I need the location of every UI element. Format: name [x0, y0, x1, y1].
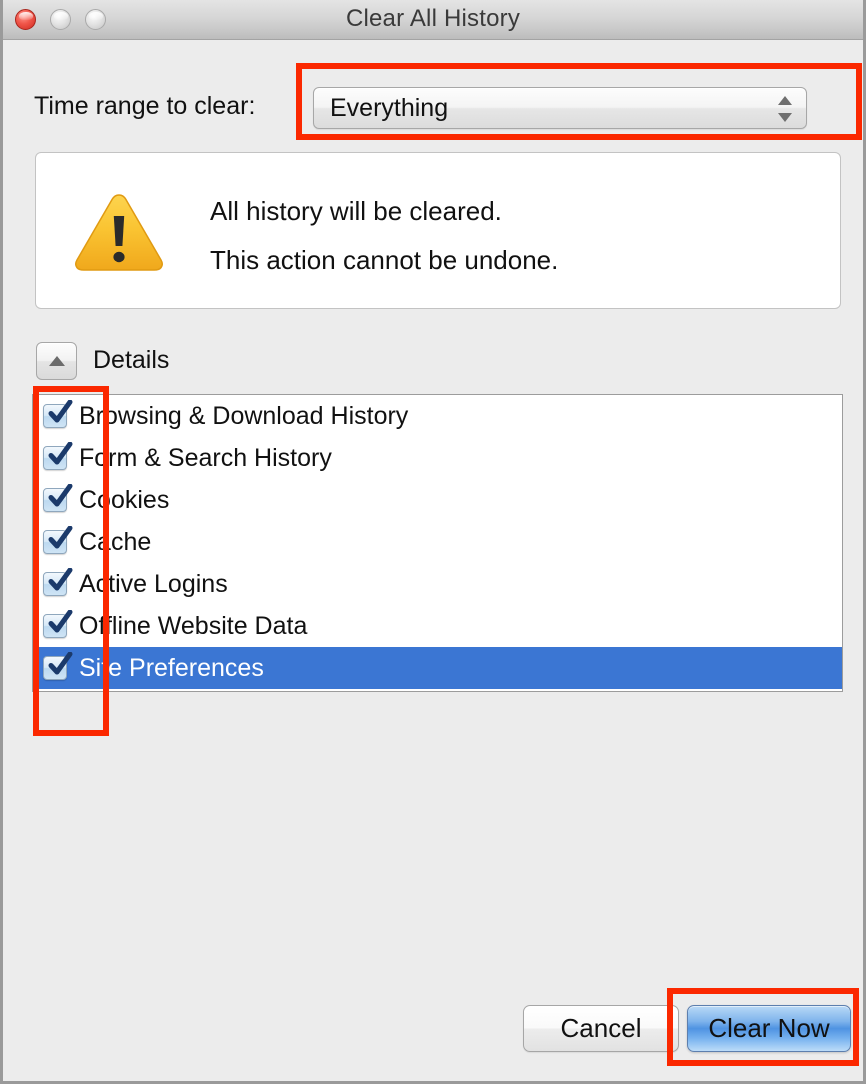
- chevron-down-icon: [778, 113, 792, 122]
- warning-line-2: This action cannot be undone.: [210, 245, 559, 275]
- option-row[interactable]: Cache: [33, 521, 842, 563]
- checkbox-checked-icon[interactable]: [43, 610, 73, 638]
- checkbox-checked-icon[interactable]: [43, 400, 73, 428]
- time-range-row: Time range to clear: Everything: [3, 82, 863, 134]
- option-row[interactable]: Site Preferences: [33, 647, 842, 689]
- chevron-up-icon: [778, 96, 792, 105]
- window-titlebar: Clear All History: [3, 0, 863, 40]
- checkbox-checked-icon[interactable]: [43, 652, 73, 680]
- checkbox-checked-icon[interactable]: [43, 526, 73, 554]
- option-label: Site Preferences: [79, 653, 264, 682]
- time-range-selected-value: Everything: [330, 94, 449, 122]
- option-label: Browsing & Download History: [79, 401, 409, 430]
- time-range-dropdown[interactable]: Everything: [313, 87, 807, 129]
- details-label: Details: [93, 346, 170, 374]
- clear-now-button[interactable]: Clear Now: [687, 1005, 851, 1052]
- stepper-arrows-icon[interactable]: [778, 96, 792, 122]
- clear-all-history-dialog: Clear All History Time range to clear: E…: [0, 0, 866, 1084]
- window-title: Clear All History: [345, 5, 521, 32]
- warning-triangle-icon: [73, 191, 165, 273]
- option-label: Form & Search History: [79, 443, 332, 472]
- clear-options-list[interactable]: Browsing & Download History Form & Search…: [32, 394, 843, 692]
- time-range-label: Time range to clear:: [34, 92, 256, 120]
- checkbox-checked-icon[interactable]: [43, 568, 73, 596]
- option-row[interactable]: Form & Search History: [33, 437, 842, 479]
- dialog-button-bar: Cancel Clear Now: [3, 1000, 863, 1060]
- warning-text-block: All history will be cleared. This action…: [210, 187, 810, 285]
- option-row[interactable]: Offline Website Data: [33, 605, 842, 647]
- option-label: Cache: [79, 527, 152, 556]
- warning-line-1: All history will be cleared.: [210, 196, 502, 226]
- checkbox-checked-icon[interactable]: [43, 484, 73, 512]
- option-row[interactable]: Cookies: [33, 479, 842, 521]
- cancel-button[interactable]: Cancel: [523, 1005, 679, 1052]
- triangle-up-icon: [48, 356, 65, 366]
- option-label: Cookies: [79, 485, 170, 514]
- option-label: Active Logins: [79, 569, 228, 598]
- option-row[interactable]: Active Logins: [33, 563, 842, 605]
- details-disclosure-button[interactable]: [36, 342, 77, 380]
- option-row[interactable]: Browsing & Download History: [33, 395, 842, 437]
- details-disclosure-row: Details: [3, 340, 863, 382]
- checkbox-checked-icon[interactable]: [43, 442, 73, 470]
- option-label: Offline Website Data: [79, 611, 308, 640]
- warning-panel: All history will be cleared. This action…: [35, 152, 841, 309]
